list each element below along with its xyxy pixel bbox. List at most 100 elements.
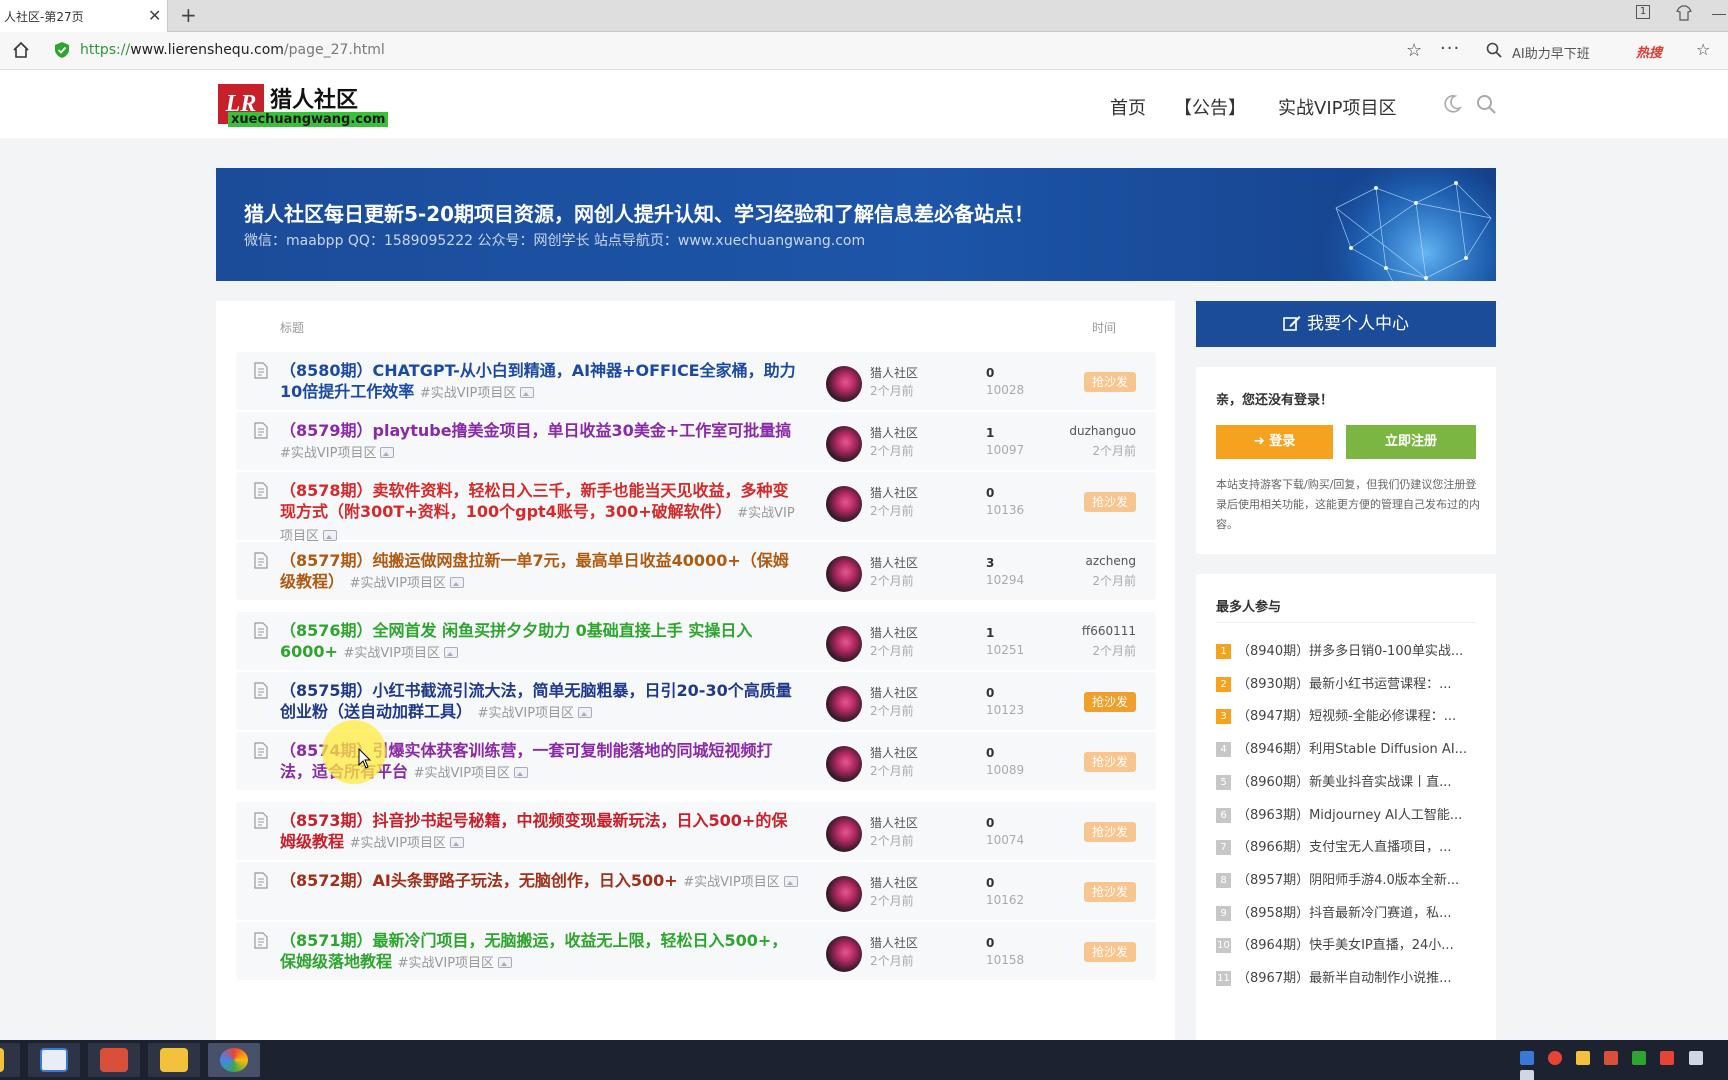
thread-tag[interactable]: #实战VIP项目区 xyxy=(683,875,779,890)
volume-icon[interactable] xyxy=(1660,1051,1675,1065)
thread-author[interactable]: 猎人社区 xyxy=(870,814,918,831)
new-tab-button[interactable]: + xyxy=(180,3,197,27)
hot-list-item[interactable]: 6 （8963期）Midjourney AI人工智能... xyxy=(1216,804,1480,824)
thread-tag[interactable]: #实战VIP项目区 xyxy=(478,706,574,721)
last-reply-user[interactable]: duzhanguo xyxy=(1069,424,1136,438)
favorites-icon[interactable]: ☆ xyxy=(1696,40,1710,59)
minimize-icon[interactable] xyxy=(1712,14,1726,15)
window-count-icon[interactable]: 1 xyxy=(1636,5,1650,19)
thread-author[interactable]: 猎人社区 xyxy=(870,624,918,641)
avatar[interactable] xyxy=(826,816,862,852)
avatar[interactable] xyxy=(826,686,862,722)
close-tab-icon[interactable]: ✕ xyxy=(148,6,161,25)
hot-item-text[interactable]: （8946期）利用Stable Diffusion AI... xyxy=(1237,742,1467,757)
thread-title[interactable]: （8577期）纯搬运做网盘拉新一单7元，最高单日收益40000+（保姆级教程） … xyxy=(280,550,800,594)
thread-title-text[interactable]: （8578期）卖软件资料，轻松日入三千，新手也能当天见收益，多种变现方式（附30… xyxy=(280,481,789,521)
url-field[interactable]: https://www.lierenshequ.com/page_27.html xyxy=(80,42,385,58)
thread-row[interactable]: （8577期）纯搬运做网盘拉新一单7元，最高单日收益40000+（保姆级教程） … xyxy=(236,542,1156,600)
hot-item-text[interactable]: （8967期）最新半自动制作小说推... xyxy=(1237,971,1451,986)
hot-list-item[interactable]: 7 （8966期）支付宝无人直播项目，... xyxy=(1216,836,1480,856)
tray-icon[interactable] xyxy=(1520,1051,1534,1065)
thread-title[interactable]: （8578期）卖软件资料，轻松日入三千，新手也能当天见收益，多种变现方式（附30… xyxy=(280,480,800,547)
hot-list-item[interactable]: 2 （8930期）最新小红书运营课程：... xyxy=(1216,673,1480,693)
avatar[interactable] xyxy=(826,876,862,912)
thread-tag[interactable]: #实战VIP项目区 xyxy=(350,576,446,591)
network-icon[interactable] xyxy=(1688,1051,1703,1065)
thread-tag[interactable]: #实战VIP项目区 xyxy=(350,836,446,851)
search-icon[interactable] xyxy=(1476,94,1496,114)
avatar[interactable] xyxy=(826,746,862,782)
thread-title[interactable]: （8575期）小红书截流引流大法，简单无脑粗暴，日引20-30个高质量创业粉（送… xyxy=(280,680,800,724)
grab-sofa-badge[interactable]: 抢沙发 xyxy=(1084,942,1136,962)
tray-icon[interactable] xyxy=(1576,1051,1591,1065)
thread-row[interactable]: （8575期）小红书截流引流大法，简单无脑粗暴，日引20-30个高质量创业粉（送… xyxy=(236,672,1156,730)
thread-author[interactable]: 猎人社区 xyxy=(870,744,918,761)
more-icon[interactable]: ··· xyxy=(1440,38,1460,59)
hot-list-item[interactable]: 4 （8946期）利用Stable Diffusion AI... xyxy=(1216,738,1480,758)
taskbar-app-1[interactable] xyxy=(28,1043,80,1077)
hot-item-text[interactable]: （8963期）Midjourney AI人工智能... xyxy=(1237,808,1462,823)
thread-title-text[interactable]: （8580期）CHATGPT-从小白到精通，AI神器+OFFICE全家桶，助力1… xyxy=(280,361,796,401)
hot-item-text[interactable]: （8947期）短视频-全能必修课程：... xyxy=(1237,709,1456,724)
moon-icon[interactable] xyxy=(1442,94,1462,114)
shirt-icon[interactable] xyxy=(1676,5,1692,25)
login-button[interactable]: ➜ 登录 xyxy=(1216,425,1333,459)
grab-sofa-badge[interactable]: 抢沙发 xyxy=(1084,882,1136,902)
register-button[interactable]: 立即注册 xyxy=(1346,425,1476,459)
last-reply-user[interactable]: ff660111 xyxy=(1082,624,1136,638)
thread-row[interactable]: （8573期）抖音抄书起号秘籍，中视频变现最新玩法，日入500+的保姆级教程 #… xyxy=(236,802,1156,860)
hot-list-item[interactable]: 8 （8957期）阴阳师手游4.0版本全新... xyxy=(1216,869,1480,889)
hot-item-text[interactable]: （8958期）抖音最新冷门赛道，私... xyxy=(1237,906,1451,921)
avatar[interactable] xyxy=(826,366,862,402)
taskbar-app-2[interactable] xyxy=(88,1043,140,1077)
hot-item-text[interactable]: （8940期）拼多多日销0-100单实战... xyxy=(1237,644,1463,659)
thread-row[interactable]: （8572期）AI头条野路子玩法，无脑创作，日入500+ #实战VIP项目区 猎人… xyxy=(236,862,1156,920)
thread-row[interactable]: （8576期）全网首发 闲鱼买拼夕夕助力 0基础直接上手 实操日入6000+ #… xyxy=(236,612,1156,670)
nav-vip-projects[interactable]: 实战VIP项目区 xyxy=(1278,94,1396,120)
thread-title-text[interactable]: （8579期）playtube撸美金项目，单日收益30美金+工作室可批量搞 xyxy=(280,421,791,440)
hot-item-text[interactable]: （8964期）快手美女IP直播，24小... xyxy=(1237,938,1454,953)
tray-icon[interactable] xyxy=(1604,1051,1619,1065)
avatar[interactable] xyxy=(826,936,862,972)
thread-title-text[interactable]: （8571期）最新冷门项目，无脑搬运，收益无上限，轻松日入500+，保姆级落地教… xyxy=(280,931,787,971)
grab-sofa-badge[interactable]: 抢沙发 xyxy=(1084,372,1136,392)
thread-title[interactable]: （8580期）CHATGPT-从小白到精通，AI神器+OFFICE全家桶，助力1… xyxy=(280,360,800,404)
hot-item-text[interactable]: （8960期）新美业抖音实战课丨直... xyxy=(1237,775,1451,790)
thread-title[interactable]: （8576期）全网首发 闲鱼买拼夕夕助力 0基础直接上手 实操日入6000+ #… xyxy=(280,620,800,664)
thread-author[interactable]: 猎人社区 xyxy=(870,934,918,951)
thread-title[interactable]: （8579期）playtube撸美金项目，单日收益30美金+工作室可批量搞 #实… xyxy=(280,420,800,464)
thread-title[interactable]: （8573期）抖音抄书起号秘籍，中视频变现最新玩法，日入500+的保姆级教程 #… xyxy=(280,810,800,854)
thread-author[interactable]: 猎人社区 xyxy=(870,874,918,891)
thread-row[interactable]: （8579期）playtube撸美金项目，单日收益30美金+工作室可批量搞 #实… xyxy=(236,412,1156,470)
thread-author[interactable]: 猎人社区 xyxy=(870,484,918,501)
avatar[interactable] xyxy=(826,626,862,662)
thread-tag[interactable]: #实战VIP项目区 xyxy=(414,766,510,781)
thread-tag[interactable]: #实战VIP项目区 xyxy=(344,646,440,661)
personal-center-button[interactable]: 我要个人中心 xyxy=(1196,301,1496,347)
taskbar-start[interactable] xyxy=(0,1043,20,1077)
tray-icon[interactable] xyxy=(1632,1051,1647,1065)
thread-row[interactable]: （8580期）CHATGPT-从小白到精通，AI神器+OFFICE全家桶，助力1… xyxy=(236,352,1156,410)
last-reply-user[interactable]: azcheng xyxy=(1086,554,1136,568)
hot-list-item[interactable]: 11 （8967期）最新半自动制作小说推... xyxy=(1216,967,1480,987)
thread-row[interactable]: （8578期）卖软件资料，轻松日入三千，新手也能当天见收益，多种变现方式（附30… xyxy=(236,472,1156,544)
hot-list-item[interactable]: 3 （8947期）短视频-全能必修课程：... xyxy=(1216,705,1480,725)
thread-tag[interactable]: #实战VIP项目区 xyxy=(280,446,376,461)
notification-icon[interactable] xyxy=(1520,1070,1534,1080)
thread-author[interactable]: 猎人社区 xyxy=(870,554,918,571)
hot-list-item[interactable]: 1 （8940期）拼多多日销0-100单实战... xyxy=(1216,640,1480,660)
thread-title[interactable]: （8572期）AI头条野路子玩法，无脑创作，日入500+ #实战VIP项目区 xyxy=(280,870,800,893)
thread-author[interactable]: 猎人社区 xyxy=(870,684,918,701)
hot-list-item[interactable]: 10 （8964期）快手美女IP直播，24小... xyxy=(1216,934,1480,954)
thread-row[interactable]: （8571期）最新冷门项目，无脑搬运，收益无上限，轻松日入500+，保姆级落地教… xyxy=(236,922,1156,980)
thread-author[interactable]: 猎人社区 xyxy=(870,364,918,381)
browser-tab[interactable]: 人社区-第27页 ✕ xyxy=(0,0,168,32)
thread-title-text[interactable]: （8572期）AI头条野路子玩法，无脑创作，日入500+ xyxy=(280,871,678,890)
thread-tag[interactable]: #实战VIP项目区 xyxy=(398,956,494,971)
hot-item-text[interactable]: （8930期）最新小红书运营课程：... xyxy=(1237,677,1451,692)
thread-tag[interactable]: #实战VIP项目区 xyxy=(420,386,516,401)
thread-title[interactable]: （8571期）最新冷门项目，无脑搬运，收益无上限，轻松日入500+，保姆级落地教… xyxy=(280,930,800,974)
avatar[interactable] xyxy=(826,426,862,462)
grab-sofa-badge[interactable]: 抢沙发 xyxy=(1084,692,1136,712)
hot-item-text[interactable]: （8966期）支付宝无人直播项目，... xyxy=(1237,840,1451,855)
